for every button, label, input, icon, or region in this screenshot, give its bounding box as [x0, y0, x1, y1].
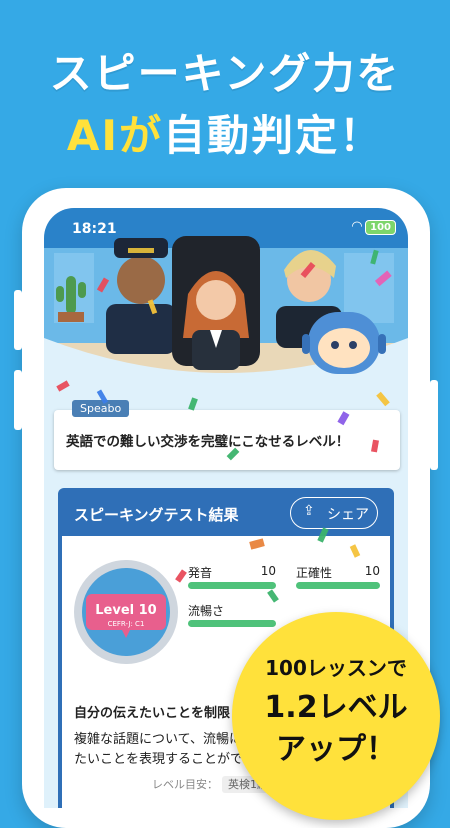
goal-label: レベル目安：: [152, 778, 218, 791]
headline-rest: 自動判定！: [163, 111, 384, 160]
phone-side-button: [430, 380, 438, 470]
headline-line-1: スピーキング力を: [49, 49, 401, 98]
promo-badge: 100レッスンで 1.2レベル アップ！: [232, 612, 440, 820]
result-title: スピーキングテスト結果: [74, 506, 239, 524]
badge-line-3: アップ！: [276, 732, 396, 767]
metric-bar: [296, 582, 380, 589]
battery-icon: 100: [365, 220, 396, 235]
headline-line-2: AIが自動判定！: [0, 102, 450, 163]
level-emblem: Level 10 CEFR-J: C1: [74, 560, 178, 664]
cefr-label: CEFR-J: C1: [108, 620, 145, 628]
speech-text: 英語での難しい交渉を完璧にこなせるレベル！: [66, 434, 350, 450]
metric-accuracy: 正確性 10: [296, 564, 380, 581]
metric-bar: [188, 582, 276, 589]
metric-fluency: 流暢さ: [188, 602, 276, 619]
badge-line-2: 1.2レベル: [264, 690, 408, 725]
phone-side-button: [14, 290, 22, 350]
metric-value: 10: [260, 564, 276, 578]
metric-value: 10: [364, 564, 380, 578]
status-time: 18:21: [72, 221, 117, 237]
description-line: たいことを表現することがで: [74, 752, 244, 767]
headline-highlight: AIが: [66, 111, 164, 160]
metric-label: 正確性: [296, 566, 333, 580]
description-title: 自分の伝えたいことを制限: [74, 706, 231, 721]
status-bar: 18:21 ◠ 100: [44, 208, 408, 246]
metric-pronunciation: 発音 10: [188, 564, 276, 581]
level-label: Level 10: [95, 603, 156, 618]
share-icon: ⇪: [303, 503, 315, 519]
metric-label: 流暢さ: [188, 604, 225, 618]
metric-bar: [188, 620, 276, 627]
share-button[interactable]: ⇪ シェア: [290, 497, 378, 529]
phone-side-button: [14, 370, 22, 430]
speech-bubble: Speabo 英語での難しい交渉を完璧にこなせるレベル！: [54, 400, 400, 470]
badge-line-1: 100レッスンで: [265, 656, 407, 680]
description-line: 複雑な話題について、流暢に: [74, 732, 242, 747]
wifi-icon: ◠: [352, 219, 362, 234]
share-label: シェア: [327, 507, 369, 523]
metric-label: 発音: [188, 566, 213, 580]
speaker-tag: Speabo: [72, 400, 130, 417]
